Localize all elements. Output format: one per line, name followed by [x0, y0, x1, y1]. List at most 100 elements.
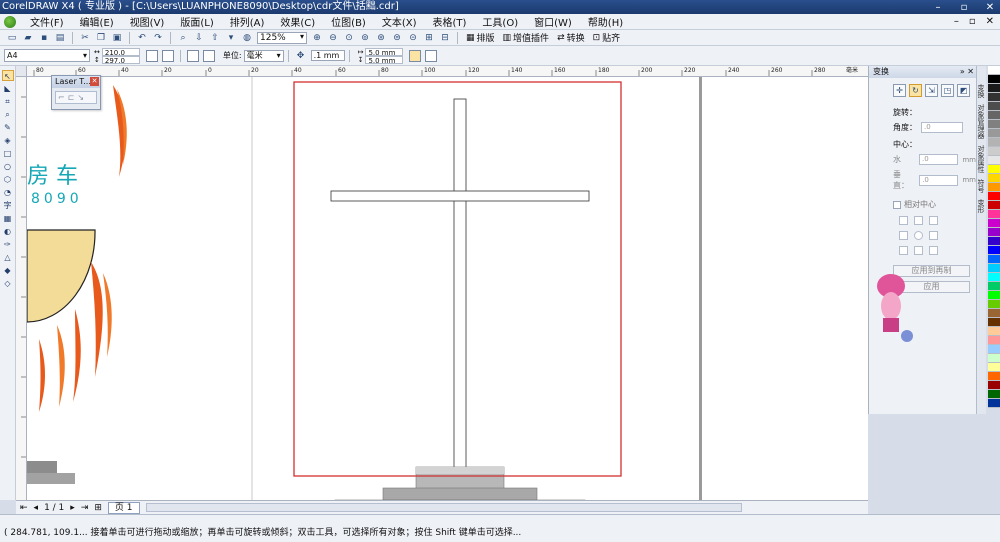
color-swatch[interactable] [988, 102, 1000, 111]
fill-tool-icon[interactable]: ◆ [2, 265, 14, 276]
color-swatch[interactable] [988, 66, 1000, 75]
menu-edit[interactable]: 编辑(E) [80, 14, 114, 29]
color-swatch[interactable] [988, 372, 1000, 381]
zoom-selection-icon[interactable]: ⊙ [343, 32, 355, 44]
minimize-icon[interactable]: – [932, 1, 944, 14]
zoom-in-icon[interactable]: ⊕ [311, 32, 323, 44]
color-swatch[interactable] [988, 138, 1000, 147]
color-swatch[interactable] [988, 399, 1000, 408]
color-swatch[interactable] [988, 381, 1000, 390]
color-swatch[interactable] [988, 390, 1000, 399]
docker-tab[interactable]: 符号 [977, 179, 986, 193]
menu-arrange[interactable]: 排列(A) [230, 14, 265, 29]
first-page-icon[interactable]: ⇤ [20, 503, 28, 513]
anchor-point[interactable] [914, 216, 923, 225]
unit-select[interactable]: 毫米 [243, 49, 284, 62]
menu-view[interactable]: 视图(V) [130, 14, 165, 29]
color-swatch[interactable] [988, 219, 1000, 228]
interactive-tool-icon[interactable]: ◐ [2, 226, 14, 237]
maximize-icon[interactable]: ▫ [958, 1, 970, 14]
laser-close-icon[interactable]: ✕ [90, 77, 99, 86]
zoom-width-icon[interactable]: ⊜ [391, 32, 403, 44]
outline-tool-icon[interactable]: △ [2, 252, 14, 263]
page-width-field[interactable]: 210.0 mm [101, 47, 140, 65]
doc-minimize-icon[interactable]: – [954, 16, 959, 27]
rectangle-tool-icon[interactable]: □ [2, 148, 14, 159]
menu-help[interactable]: 帮助(H) [588, 14, 623, 29]
zoom-level-select[interactable]: 125% [257, 31, 307, 44]
laser-tool-1-icon[interactable]: ⌐ [58, 93, 65, 102]
new-file-icon[interactable]: ▭ [6, 32, 18, 44]
h-center-input[interactable]: .0 [919, 154, 959, 165]
laser-tools-title[interactable]: Laser T... ✕ [52, 76, 100, 88]
menu-tools[interactable]: 工具(O) [482, 14, 518, 29]
prev-page-icon[interactable]: ◂ [34, 503, 39, 513]
laser-tools-window[interactable]: Laser T... ✕ ⌐ ⊏ ↘ [51, 75, 101, 110]
dup-y-field[interactable]: 5.0 mm [365, 55, 404, 65]
doc-close-icon[interactable]: ✕ [986, 16, 994, 27]
page-tab-1[interactable]: 页 1 [107, 501, 140, 514]
zoom-height-icon[interactable]: ⊝ [407, 32, 419, 44]
color-swatch[interactable] [988, 147, 1000, 156]
color-swatch[interactable] [988, 75, 1000, 84]
docker-tab[interactable]: 变形 [977, 199, 986, 213]
horizontal-ruler[interactable]: 80 60 40 20 0 20 40 60 80 100 120 140 16… [16, 66, 868, 77]
paste-align-button[interactable]: ⊡ 贴齐 [593, 31, 621, 45]
text-tool-icon[interactable]: 字 [2, 200, 14, 211]
table-tool-icon[interactable]: ▦ [2, 213, 14, 224]
color-swatch[interactable] [988, 174, 1000, 183]
color-swatch[interactable] [988, 120, 1000, 129]
anchor-point[interactable] [899, 231, 908, 240]
pick-tool-icon[interactable]: ↖ [1, 70, 14, 81]
corel-online-icon[interactable]: ◍ [241, 32, 253, 44]
color-swatch[interactable] [988, 354, 1000, 363]
anchor-point[interactable] [899, 246, 908, 255]
color-swatch[interactable] [988, 282, 1000, 291]
color-swatch[interactable] [988, 210, 1000, 219]
menu-layout[interactable]: 版面(L) [180, 14, 213, 29]
menu-file[interactable]: 文件(F) [30, 14, 64, 29]
paste-icon[interactable]: ▣ [111, 32, 123, 44]
anchor-point[interactable] [914, 231, 923, 240]
anchor-point[interactable] [899, 216, 908, 225]
launcher-icon[interactable]: ▾ [225, 32, 237, 44]
zoom-tool-icon[interactable]: ⌕ [2, 109, 14, 120]
treat-as-filled-button[interactable] [409, 49, 422, 62]
docker-tab[interactable]: 变换 [977, 84, 986, 98]
dup-x-field[interactable]: 5.0 mm [365, 47, 404, 57]
scale-icon[interactable]: ⇲ [925, 84, 938, 97]
crop-tool-icon[interactable]: ⌗ [2, 96, 14, 107]
color-swatch[interactable] [988, 183, 1000, 192]
close-icon[interactable]: ✕ [984, 1, 996, 14]
freehand-tool-icon[interactable]: ✎ [2, 122, 14, 133]
color-swatch[interactable] [988, 318, 1000, 327]
color-swatch[interactable] [988, 291, 1000, 300]
base-mid-block[interactable] [382, 487, 538, 500]
relative-center-row[interactable]: 相对中心 [869, 199, 976, 210]
anchor-point[interactable] [914, 246, 923, 255]
vertical-ruler[interactable] [16, 77, 27, 500]
partial-text-number[interactable]: 8090 [31, 191, 83, 207]
gray-bar-left-2[interactable] [27, 473, 75, 484]
color-swatch[interactable] [988, 111, 1000, 120]
docker-close-icon[interactable]: ✕ [967, 67, 974, 76]
cut-icon[interactable]: ✂ [79, 32, 91, 44]
copy-icon[interactable]: ❐ [95, 32, 107, 44]
cross-vertical-bar[interactable] [453, 98, 467, 471]
color-swatch[interactable] [988, 309, 1000, 318]
page-height-field[interactable]: 297.0 mm [101, 55, 140, 73]
anchor-point[interactable] [929, 246, 938, 255]
color-swatch[interactable] [988, 327, 1000, 336]
shape-tool-icon[interactable]: ◣ [2, 83, 14, 94]
color-swatch[interactable] [988, 165, 1000, 174]
color-swatch[interactable] [988, 84, 1000, 93]
nudge-field[interactable]: .1 mm [310, 50, 345, 61]
color-swatch[interactable] [988, 237, 1000, 246]
add-page-icon[interactable]: ⊞ [94, 503, 102, 513]
partial-text-cn[interactable]: 房 车 [27, 164, 78, 189]
zoom-all-icon[interactable]: ⊚ [359, 32, 371, 44]
polygon-tool-icon[interactable]: ⬡ [2, 174, 14, 185]
cross-horizontal-bar[interactable] [330, 190, 590, 202]
page-size-select[interactable]: A4 [4, 49, 90, 62]
layout-button[interactable]: ▦ 排版 [466, 31, 495, 45]
